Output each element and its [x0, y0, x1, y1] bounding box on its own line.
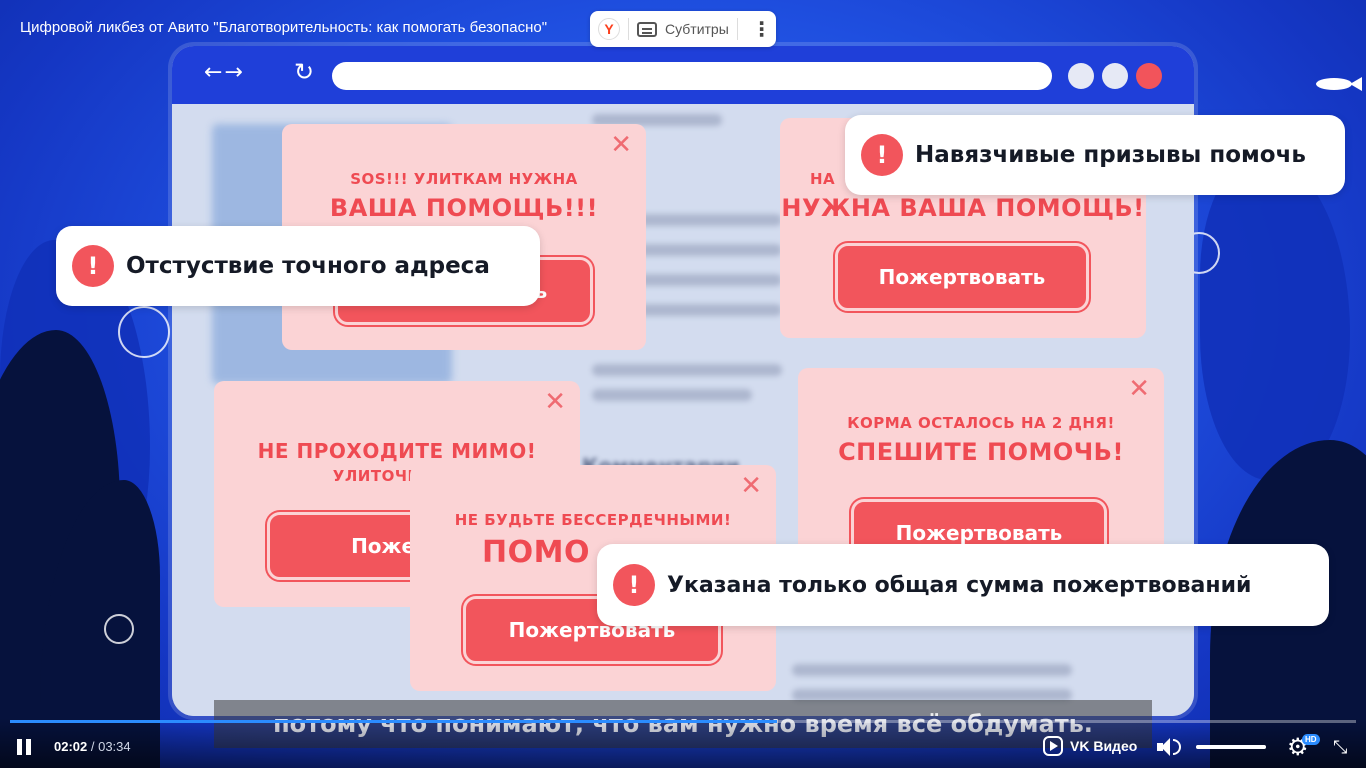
address-bar [332, 62, 1052, 90]
duration: 03:34 [98, 739, 131, 754]
warning-icon: ! [861, 134, 903, 176]
subtitles-label: Субтитры [665, 21, 729, 37]
background-kelp-right [1200, 160, 1350, 480]
yandex-logo-icon[interactable]: Y [598, 18, 620, 40]
subtitles-button[interactable]: Субтитры [637, 21, 729, 37]
video-frame[interactable]: ←→ ↻ Комментарии ✕ SOS!!! УЛИТКАМ НУЖНА … [0, 0, 1366, 768]
popup-headline: НЕ ПРОХОДИТЕ МИМО! [257, 439, 537, 463]
popup-subtitle: НА [810, 170, 836, 188]
volume-slider[interactable] [1196, 745, 1266, 749]
popup-headline: ВАША ПОМОЩЬ!!! [329, 194, 599, 222]
time-separator: / [87, 739, 99, 754]
pause-button[interactable] [16, 739, 32, 755]
window-close-dot [1136, 63, 1162, 89]
close-icon: ✕ [610, 130, 632, 160]
fullscreen-icon[interactable]: ⤡ [1333, 737, 1353, 758]
current-time: 02:02 [54, 739, 88, 754]
subtitles-control: Y Субтитры ⋮ [590, 11, 776, 47]
close-icon: ✕ [1128, 374, 1150, 404]
blurred-text [592, 389, 752, 401]
popup-subtitle: SOS!!! УЛИТКАМ НУЖНА [350, 170, 578, 188]
popup-headline: СПЕШИТЕ ПОМОЧЬ! [838, 438, 1124, 466]
window-dot [1102, 63, 1128, 89]
close-icon: ✕ [544, 387, 566, 417]
callout-text: Отстуствие точного адреса [126, 253, 490, 279]
browser-toolbar: ←→ ↻ [172, 46, 1194, 104]
reload-icon: ↻ [294, 58, 315, 86]
donate-button: Пожертвовать [835, 243, 1089, 311]
warning-callout: ! Отстуствие точного адреса [56, 226, 540, 306]
close-icon: ✕ [740, 471, 762, 501]
background-bubble [118, 306, 170, 358]
time-display: 02:02 / 03:34 [54, 739, 131, 754]
vk-video-label: VK Видео [1070, 738, 1138, 754]
callout-text: Навязчивые призывы помочь [915, 142, 1306, 168]
vk-video-logo-icon [1043, 736, 1063, 756]
warning-icon: ! [613, 564, 655, 606]
window-dot [1068, 63, 1094, 89]
progress-bar[interactable] [10, 720, 1356, 723]
warning-callout: ! Указана только общая сумма пожертвован… [597, 544, 1329, 626]
popup-subtitle: КОРМА ОСТАЛОСЬ НА 2 ДНЯ! [847, 414, 1115, 432]
callout-text: Указана только общая сумма пожертвований [667, 572, 1252, 598]
blurred-text [792, 664, 1072, 676]
popup-headline: НУЖНА ВАША ПОМОЩЬ! [781, 194, 1145, 222]
progress-fill [10, 720, 778, 723]
vk-video-link[interactable]: VK Видео [1043, 736, 1137, 756]
hd-badge: HD [1302, 734, 1320, 745]
volume-fill [1196, 745, 1266, 749]
warning-icon: ! [72, 245, 114, 287]
blurred-text [592, 364, 782, 376]
fish-icon [1316, 77, 1362, 91]
popup-subtitle: НЕ БУДЬТЕ БЕССЕРДЕЧНЫМИ! [454, 511, 732, 529]
background-bubble [104, 614, 134, 644]
warning-callout: ! Навязчивые призывы помочь [845, 115, 1345, 195]
subtitles-icon [637, 21, 657, 37]
divider [736, 18, 738, 40]
more-options-icon[interactable]: ⋮ [752, 17, 772, 41]
video-title: Цифровой ликбез от Авито "Благотворитель… [20, 19, 548, 36]
nav-arrows-icon: ←→ [204, 60, 245, 85]
divider [628, 18, 629, 40]
